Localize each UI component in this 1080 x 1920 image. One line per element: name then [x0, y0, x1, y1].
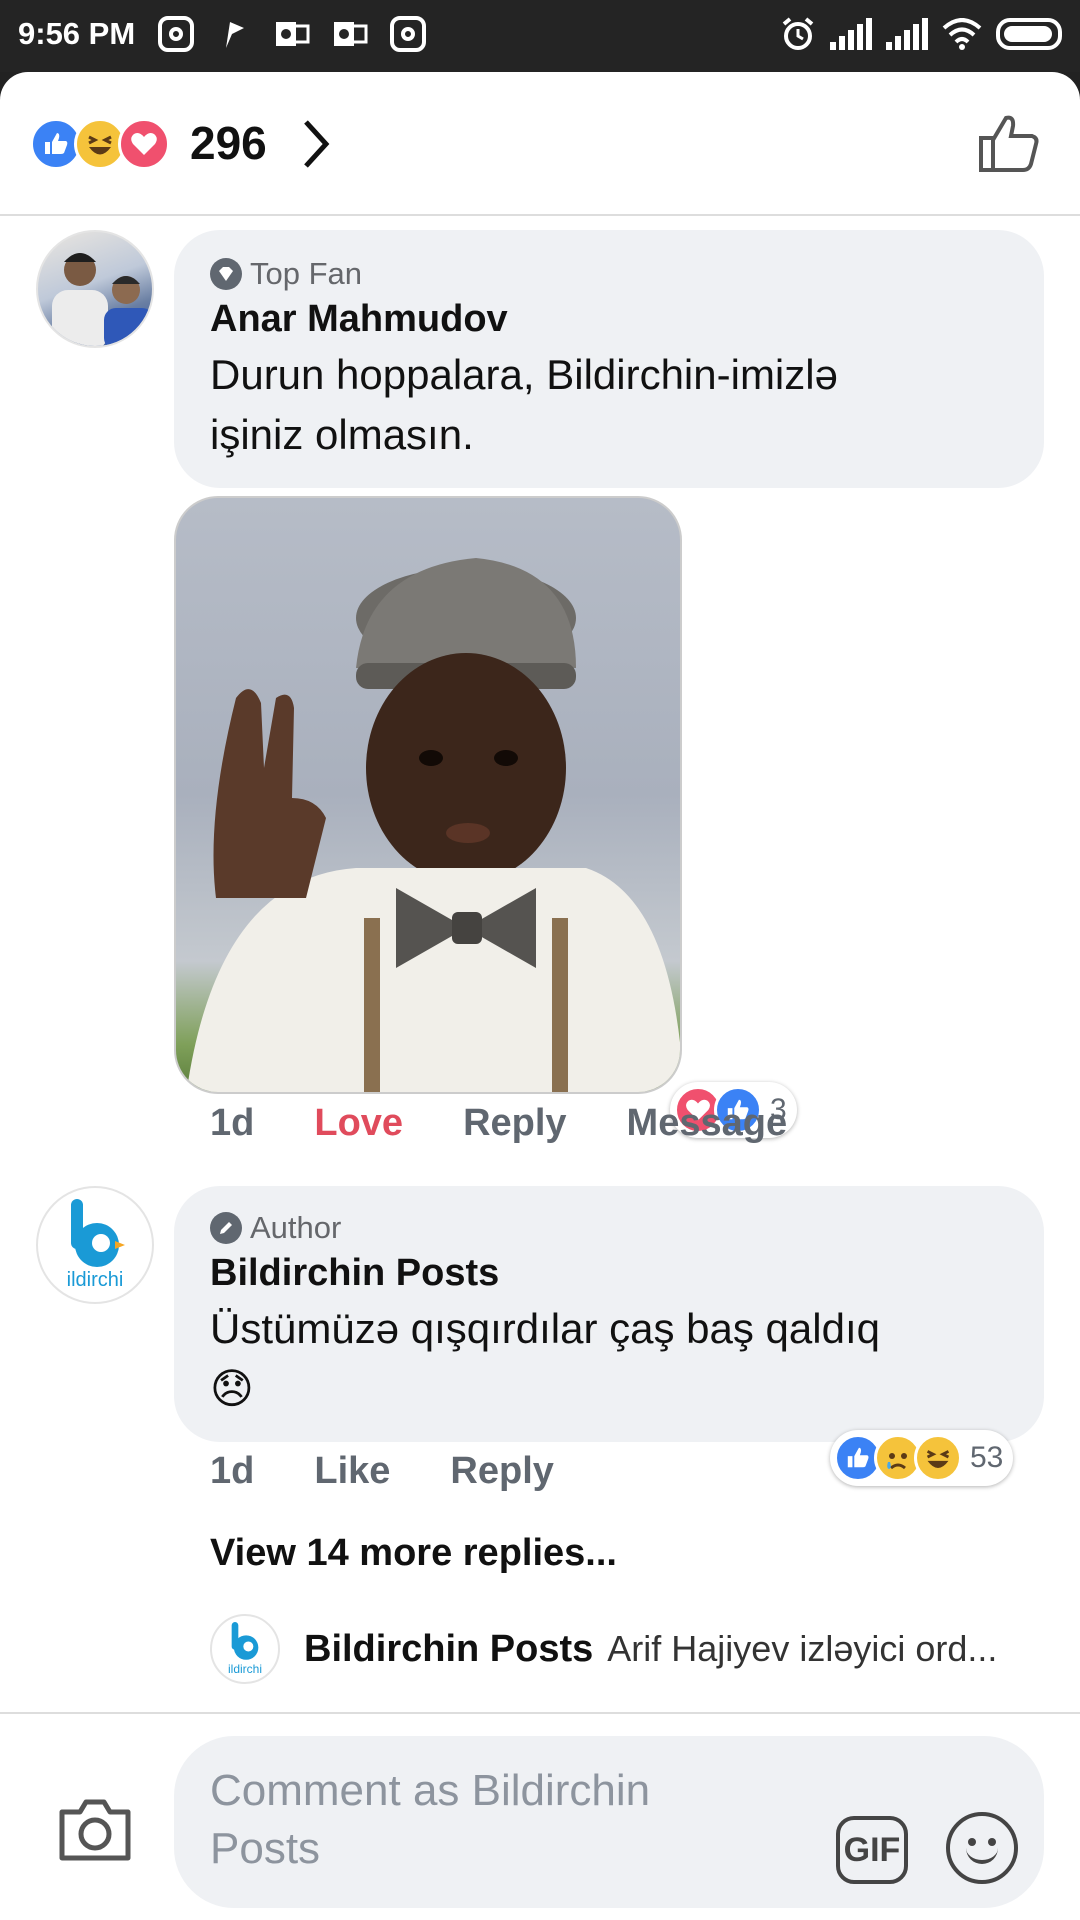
author-badge: Author — [210, 1210, 1008, 1246]
comment-input[interactable]: Comment as Bildirchin Posts GIF — [174, 1736, 1044, 1908]
comment-text: Durun hoppalara, Bildirchin-imizlə işini… — [210, 345, 1008, 465]
signal-icon — [886, 18, 928, 50]
comment-reactions[interactable]: 53 — [830, 1430, 1014, 1486]
comment-actions: 1d Like Reply — [210, 1450, 614, 1493]
notification-icons — [158, 16, 426, 52]
like-button[interactable]: Like — [314, 1450, 390, 1493]
comments-sheet: 296 Top Fan Anar Mahmudov Durun hoppalar… — [0, 72, 1080, 1920]
emoji-button[interactable] — [946, 1812, 1018, 1884]
message-button[interactable]: Message — [627, 1102, 788, 1145]
system-icons — [780, 16, 1062, 52]
reply-button[interactable]: Reply — [463, 1102, 566, 1145]
instagram-icon — [158, 16, 194, 52]
instagram-icon — [390, 16, 426, 52]
comment-bubble[interactable]: Author Bildirchin Posts Üstümüzə qışqırd… — [174, 1186, 1044, 1442]
comment-author[interactable]: Anar Mahmudov — [210, 298, 1008, 341]
placeholder-line: Posts — [210, 1824, 321, 1873]
placeholder-line: Comment as Bildirchin — [210, 1766, 651, 1815]
chevron-right-icon[interactable] — [300, 118, 332, 175]
reply-author[interactable]: Bildirchin Posts — [304, 1628, 593, 1671]
bildirchin-logo-icon — [71, 1198, 125, 1267]
signal-icon — [830, 18, 872, 50]
camera-icon — [59, 1799, 131, 1861]
pencil-icon — [210, 1212, 242, 1244]
comment-text-line: işiniz olmasın. — [210, 411, 474, 458]
alarm-icon — [782, 17, 814, 50]
thumbs-up-icon — [979, 115, 1039, 172]
outlook-icon — [332, 16, 368, 52]
wifi-icon — [942, 18, 982, 50]
logo-text: ildirchi — [227, 1662, 262, 1676]
reply-preview[interactable]: ildirchi Bildirchin Posts Arif Hajiyev i… — [210, 1612, 1050, 1686]
reply-button[interactable]: Reply — [450, 1450, 553, 1493]
avatar[interactable]: ildirchi — [36, 1186, 154, 1304]
comment-text: Üstümüzə qışqırdılar çaş baş qaldıq 😞 — [210, 1299, 1008, 1419]
flag-icon — [216, 16, 252, 52]
outlook-icon — [274, 16, 310, 52]
gif-button[interactable]: GIF — [836, 1816, 908, 1884]
diamond-icon — [210, 258, 242, 290]
like-post-button[interactable] — [978, 112, 1040, 179]
reaction-count: 53 — [970, 1441, 1004, 1474]
love-button[interactable]: Love — [314, 1102, 403, 1145]
status-time: 9:56 PM — [18, 16, 136, 51]
love-icon — [118, 118, 170, 170]
avatar: ildirchi — [210, 1614, 280, 1684]
comment-composer: Comment as Bildirchin Posts GIF — [0, 1712, 1080, 1920]
comment-text-line: Durun hoppalara, Bildirchin-imizlə — [210, 351, 838, 398]
view-more-replies-link[interactable]: View 14 more replies... — [210, 1532, 617, 1575]
reaction-count: 296 — [190, 117, 267, 169]
comment-time: 1d — [210, 1450, 255, 1492]
comment-text-line: Üstümüzə qışqırdılar çaş baş qaldıq — [210, 1305, 880, 1352]
battery-icon — [996, 18, 1062, 50]
haha-icon — [914, 1434, 962, 1482]
comment-time: 1d — [210, 1102, 255, 1144]
reply-text: Arif Hajiyev izləyici ord... — [607, 1628, 998, 1669]
comment-bubble[interactable]: Top Fan Anar Mahmudov Durun hoppalara, B… — [174, 230, 1044, 488]
status-bar: 9:56 PM — [0, 0, 1080, 72]
logo-text: ildirchi — [66, 1268, 124, 1291]
badge-label: Top Fan — [250, 256, 363, 291]
camera-button[interactable] — [58, 1798, 132, 1867]
comment-actions: 1d Love Reply Message — [210, 1102, 847, 1145]
comment-photo[interactable] — [174, 496, 682, 1094]
pensive-emoji: 😞 — [210, 1365, 254, 1412]
reaction-icons — [30, 118, 170, 170]
comment-author[interactable]: Bildirchin Posts — [210, 1252, 1008, 1295]
bildirchin-logo-icon — [231, 1622, 259, 1660]
smile-icon — [966, 1846, 998, 1864]
top-fan-badge: Top Fan — [210, 256, 1008, 292]
avatar[interactable] — [36, 230, 154, 348]
badge-label: Author — [250, 1210, 342, 1245]
reactions-summary[interactable]: 296 — [0, 72, 1080, 216]
comment-placeholder: Comment as Bildirchin Posts — [210, 1762, 770, 1878]
